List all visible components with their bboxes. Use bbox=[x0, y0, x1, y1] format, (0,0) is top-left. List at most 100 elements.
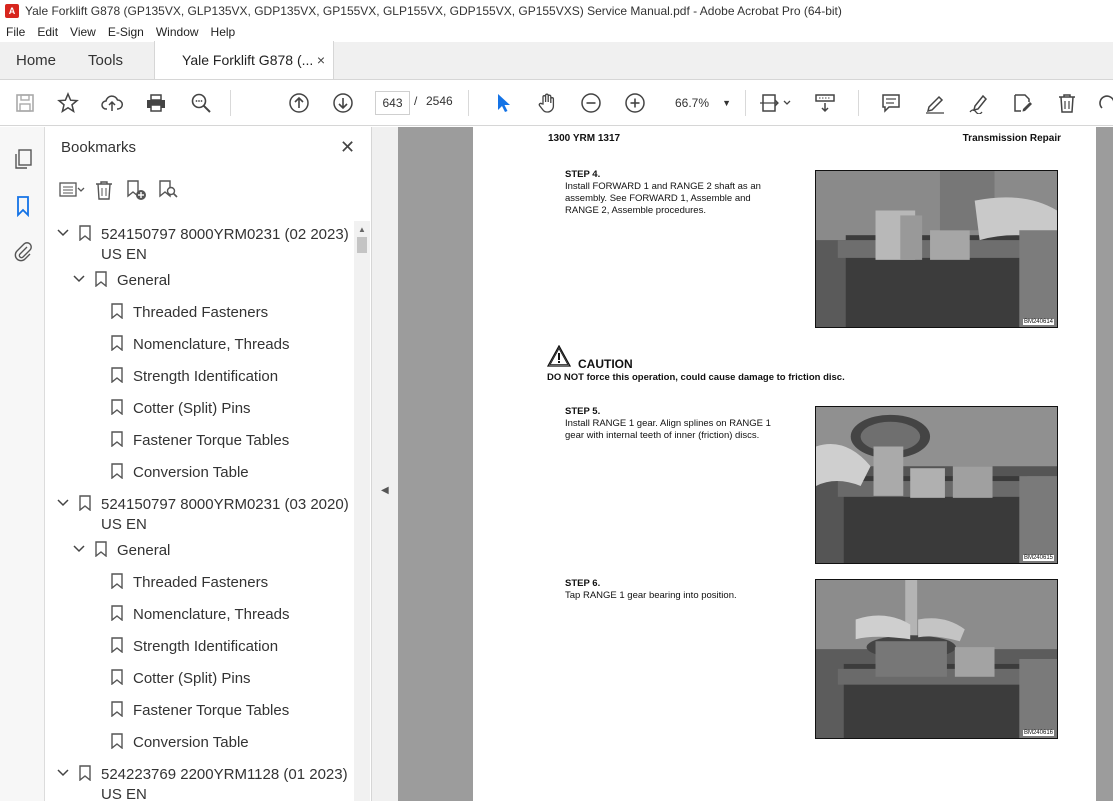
menu-edit[interactable]: Edit bbox=[31, 25, 64, 39]
close-tab-icon[interactable]: × bbox=[317, 52, 325, 68]
bookmark-icon bbox=[111, 431, 123, 447]
collapse-panel-icon[interactable]: ◀ bbox=[381, 485, 389, 496]
next-page-icon[interactable] bbox=[331, 91, 355, 115]
delete-bookmark-icon[interactable] bbox=[91, 178, 117, 202]
print-icon[interactable] bbox=[144, 91, 168, 115]
bookmark-label: Conversion Table bbox=[133, 464, 249, 481]
bookmark-label: Strength Identification bbox=[133, 368, 279, 385]
step6-photo-code: BM240616 bbox=[1022, 730, 1054, 736]
bookmark-item[interactable]: Cotter (Split) Pins bbox=[45, 395, 355, 427]
edit-pdf-icon[interactable] bbox=[1011, 91, 1035, 115]
caution-text: DO NOT force this operation, could cause… bbox=[547, 372, 845, 383]
bookmark-options-icon[interactable] bbox=[59, 178, 85, 202]
tab-document[interactable]: Yale Forklift G878 (... × bbox=[154, 41, 335, 79]
tab-document-label: Yale Forklift G878 (... bbox=[182, 52, 314, 68]
bookmark-item[interactable]: General bbox=[45, 267, 355, 299]
bookmarks-scrollbar[interactable]: ▲ bbox=[354, 221, 370, 801]
bookmark-item[interactable]: Conversion Table bbox=[45, 729, 355, 761]
sign-icon[interactable] bbox=[967, 91, 991, 115]
bookmark-icon bbox=[111, 367, 123, 383]
bookmark-label: Fastener Torque Tables bbox=[133, 702, 290, 719]
scroll-mode-icon[interactable] bbox=[813, 91, 837, 115]
bookmark-item[interactable]: Strength Identification bbox=[45, 363, 355, 395]
bookmark-label: 524223769 2200YRM1128 (01 2023) US EN bbox=[101, 766, 348, 803]
bookmark-item[interactable]: Conversion Table bbox=[45, 459, 355, 491]
comment-icon[interactable] bbox=[879, 91, 903, 115]
bookmark-label: Strength Identification bbox=[133, 638, 279, 655]
bookmark-label: Cotter (Split) Pins bbox=[133, 400, 251, 417]
bookmark-label: General bbox=[117, 272, 171, 289]
close-panel-icon[interactable]: ✕ bbox=[340, 137, 355, 158]
bookmark-icon bbox=[111, 733, 123, 749]
menu-window[interactable]: Window bbox=[150, 25, 205, 39]
page-fit-icon[interactable] bbox=[758, 91, 792, 115]
bookmark-icon bbox=[95, 541, 107, 557]
bookmark-label: Cotter (Split) Pins bbox=[133, 670, 251, 687]
chevron-down-icon[interactable] bbox=[73, 543, 85, 555]
bookmark-item[interactable]: Threaded Fasteners bbox=[45, 569, 355, 601]
zoom-in-icon[interactable] bbox=[623, 91, 647, 115]
scrollbar-thumb[interactable] bbox=[357, 237, 367, 253]
bookmark-item[interactable]: 524223769 2200YRM1128 (01 2023) US EN bbox=[45, 761, 355, 807]
bookmark-item[interactable]: Strength Identification bbox=[45, 633, 355, 665]
attachments-icon[interactable] bbox=[11, 239, 35, 263]
tab-tools[interactable]: Tools bbox=[72, 41, 151, 79]
menu-file[interactable]: File bbox=[0, 25, 31, 39]
menu-help[interactable]: Help bbox=[205, 25, 242, 39]
bookmark-icon bbox=[111, 573, 123, 589]
zoom-level-select[interactable]: 66.7% ▼ bbox=[665, 91, 737, 115]
bookmark-item[interactable]: Nomenclature, Threads bbox=[45, 331, 355, 363]
bookmark-item[interactable]: 524150797 8000YRM0231 (03 2020) US EN bbox=[45, 491, 355, 537]
bookmark-item[interactable]: Cotter (Split) Pins bbox=[45, 665, 355, 697]
bookmark-icon bbox=[95, 271, 107, 287]
chevron-down-icon[interactable] bbox=[57, 227, 69, 239]
chevron-down-icon: ▼ bbox=[722, 98, 731, 108]
zoom-search-icon[interactable] bbox=[189, 91, 213, 115]
bookmark-label: Nomenclature, Threads bbox=[133, 336, 290, 353]
select-cursor-icon[interactable] bbox=[491, 91, 515, 115]
current-page-input[interactable]: 643 bbox=[375, 91, 410, 115]
menu-view[interactable]: View bbox=[64, 25, 102, 39]
bookmarks-panel-icon[interactable] bbox=[11, 194, 35, 218]
save-icon[interactable] bbox=[13, 91, 37, 115]
step4-photo-code: BM240614 bbox=[1022, 319, 1054, 325]
bookmarks-toolbar bbox=[59, 177, 187, 203]
panel-splitter[interactable]: ◀ bbox=[372, 127, 398, 801]
hand-tool-icon[interactable] bbox=[535, 91, 559, 115]
bookmarks-panel: Bookmarks ✕ 524150797 8000YRM0231 (02 20… bbox=[45, 127, 372, 803]
step6-photo: BM240616 bbox=[815, 579, 1058, 739]
bookmark-tree: 524150797 8000YRM0231 (02 2023) US EN Gen… bbox=[45, 221, 355, 807]
find-bookmark-icon[interactable] bbox=[155, 178, 181, 202]
bookmark-item[interactable]: Fastener Torque Tables bbox=[45, 427, 355, 459]
bookmark-icon bbox=[111, 335, 123, 351]
tab-home[interactable]: Home bbox=[0, 41, 72, 79]
step5-text: Install RANGE 1 gear. Align splines on R… bbox=[565, 418, 771, 441]
chevron-down-icon[interactable] bbox=[57, 767, 69, 779]
bookmark-icon bbox=[111, 463, 123, 479]
bookmark-item[interactable]: General bbox=[45, 537, 355, 569]
window-title: Yale Forklift G878 (GP135VX, GLP135VX, G… bbox=[25, 4, 842, 18]
bookmark-icon bbox=[79, 225, 91, 241]
page-thumbnails-icon[interactable] bbox=[11, 147, 35, 171]
document-viewport[interactable]: 1300 YRM 1317 Transmission Repair STEP 4… bbox=[398, 127, 1113, 801]
toolbar-divider bbox=[468, 90, 469, 116]
bookmark-item[interactable]: Nomenclature, Threads bbox=[45, 601, 355, 633]
bookmark-label: Fastener Torque Tables bbox=[133, 432, 290, 449]
rotate-icon[interactable] bbox=[1096, 91, 1113, 115]
menu-esign[interactable]: E-Sign bbox=[102, 25, 150, 39]
chevron-down-icon[interactable] bbox=[73, 273, 85, 285]
bookmark-item[interactable]: 524150797 8000YRM0231 (02 2023) US EN bbox=[45, 221, 355, 267]
total-pages: 2546 bbox=[426, 94, 453, 108]
star-icon[interactable] bbox=[56, 91, 80, 115]
document-scrollbar[interactable] bbox=[1097, 127, 1113, 801]
highlight-pen-icon[interactable] bbox=[923, 91, 947, 115]
chevron-down-icon[interactable] bbox=[57, 497, 69, 509]
bookmark-item[interactable]: Fastener Torque Tables bbox=[45, 697, 355, 729]
delete-icon[interactable] bbox=[1055, 91, 1079, 115]
scroll-up-icon[interactable]: ▲ bbox=[358, 225, 366, 234]
previous-page-icon[interactable] bbox=[287, 91, 311, 115]
cloud-upload-icon[interactable] bbox=[100, 91, 124, 115]
zoom-out-icon[interactable] bbox=[579, 91, 603, 115]
bookmark-item[interactable]: Threaded Fasteners bbox=[45, 299, 355, 331]
new-bookmark-icon[interactable] bbox=[123, 178, 149, 202]
